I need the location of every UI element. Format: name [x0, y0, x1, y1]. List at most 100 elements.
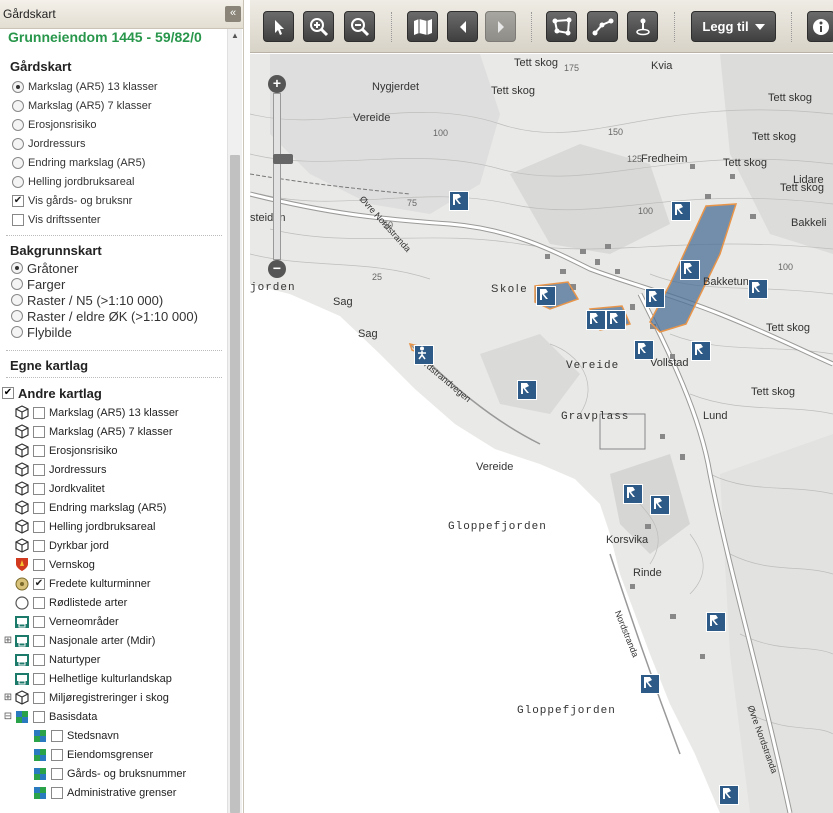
- radio-button[interactable]: [12, 80, 24, 93]
- measure-area-button[interactable]: [546, 11, 577, 42]
- checkbox[interactable]: ✔: [12, 194, 24, 207]
- layer-item[interactable]: Naturtyper: [0, 650, 228, 669]
- bakgrunnskart-option[interactable]: Gråtoner: [0, 260, 228, 276]
- identify-button[interactable]: [627, 11, 658, 42]
- heritage-marker[interactable]: [650, 495, 670, 515]
- layer-checkbox[interactable]: [33, 653, 45, 666]
- zoom-track[interactable]: [273, 93, 293, 260]
- layer-item[interactable]: ⊟ Basisdata: [0, 707, 228, 726]
- heritage-marker[interactable]: [536, 286, 556, 306]
- select-tool-button[interactable]: [263, 11, 294, 42]
- layer-checkbox[interactable]: [51, 748, 63, 761]
- layer-checkbox[interactable]: [51, 729, 63, 742]
- radio-button[interactable]: [12, 99, 24, 112]
- panel-scrollbar[interactable]: ▲: [227, 29, 242, 813]
- radio-button[interactable]: [11, 326, 23, 338]
- radio-button[interactable]: [11, 310, 23, 322]
- layer-item[interactable]: ⊞ Miljøregistreringer i skog: [0, 688, 228, 707]
- radio-button[interactable]: [12, 137, 24, 150]
- layer-checkbox[interactable]: [33, 425, 45, 438]
- layer-item[interactable]: Rødlistede arter: [0, 593, 228, 612]
- back-button[interactable]: [447, 11, 478, 42]
- gardskart-option[interactable]: Markslag (AR5) 7 klasser: [0, 96, 228, 115]
- basisdata-item[interactable]: Administrative grenser: [0, 783, 228, 802]
- layer-item[interactable]: ✔ Fredete kulturminner: [0, 574, 228, 593]
- layer-item[interactable]: ⊞ Nasjonale arter (Mdir): [0, 631, 228, 650]
- gardskart-option[interactable]: Markslag (AR5) 13 klasser: [0, 77, 228, 96]
- bakgrunnskart-option[interactable]: Flybilde: [0, 324, 228, 340]
- radio-button[interactable]: [12, 175, 24, 188]
- map-view[interactable]: Tett skog Kvia Nygjerdet Tett skog Tett …: [250, 54, 833, 813]
- layer-checkbox[interactable]: [33, 710, 45, 723]
- basisdata-item[interactable]: Gårds- og bruksnummer: [0, 764, 228, 783]
- layer-item[interactable]: Vernskog: [0, 555, 228, 574]
- heritage-marker[interactable]: [671, 201, 691, 221]
- layer-item[interactable]: Dyrkbar jord: [0, 536, 228, 555]
- andre-kartlag-header[interactable]: ✔ Andre kartlag: [0, 384, 228, 402]
- zoom-slider[interactable]: + −: [268, 75, 293, 278]
- map-zoom-in-button[interactable]: +: [268, 75, 286, 93]
- heritage-marker[interactable]: [706, 612, 726, 632]
- layer-item[interactable]: Markslag (AR5) 13 klasser: [0, 403, 228, 422]
- heritage-marker[interactable]: [691, 341, 711, 361]
- layer-item[interactable]: Verneområder: [0, 612, 228, 631]
- heritage-marker[interactable]: [623, 484, 643, 504]
- layer-item[interactable]: Jordkvalitet: [0, 479, 228, 498]
- layer-checkbox[interactable]: [33, 672, 45, 685]
- heritage-marker[interactable]: [645, 288, 665, 308]
- layer-checkbox[interactable]: [33, 501, 45, 514]
- expand-icon[interactable]: ⊟: [3, 711, 13, 722]
- layer-item[interactable]: Markslag (AR5) 7 klasser: [0, 422, 228, 441]
- layer-checkbox[interactable]: [33, 463, 45, 476]
- layer-checkbox[interactable]: [51, 767, 63, 780]
- forward-button[interactable]: [485, 11, 516, 42]
- heritage-marker[interactable]: [606, 310, 626, 330]
- layer-checkbox[interactable]: [33, 596, 45, 609]
- layer-checkbox[interactable]: ✔: [33, 577, 45, 590]
- gardskart-option[interactable]: Endring markslag (AR5): [0, 153, 228, 172]
- zoom-handle[interactable]: [273, 154, 293, 164]
- scrollbar-thumb[interactable]: [230, 155, 240, 813]
- bakgrunnskart-option[interactable]: Raster / eldre ØK (>1:10 000): [0, 308, 228, 324]
- expand-icon[interactable]: ⊞: [3, 692, 13, 703]
- layer-checkbox[interactable]: [33, 444, 45, 457]
- heritage-marker[interactable]: [719, 785, 739, 805]
- measure-line-button[interactable]: [587, 11, 618, 42]
- layer-item[interactable]: Jordressurs: [0, 460, 228, 479]
- bakgrunnskart-option[interactable]: Raster / N5 (>1:10 000): [0, 292, 228, 308]
- radio-button[interactable]: [11, 278, 23, 290]
- basisdata-item[interactable]: Eiendomsgrenser: [0, 745, 228, 764]
- layer-checkbox[interactable]: [33, 558, 45, 571]
- gardskart-option[interactable]: Erosjonsrisiko: [0, 115, 228, 134]
- radio-button[interactable]: [11, 294, 23, 306]
- legg-til-dropdown[interactable]: Legg til: [691, 11, 776, 42]
- heritage-marker[interactable]: [680, 260, 700, 280]
- gardskart-option[interactable]: Vis driftssenter: [0, 210, 228, 229]
- layer-checkbox[interactable]: [33, 539, 45, 552]
- layer-checkbox[interactable]: [33, 691, 45, 704]
- gardskart-option[interactable]: Helling jordbruksareal: [0, 172, 228, 191]
- gardskart-option[interactable]: ✔ Vis gårds- og bruksnr: [0, 191, 228, 210]
- radio-button[interactable]: [12, 118, 24, 131]
- heritage-marker[interactable]: [414, 345, 434, 365]
- layer-checkbox[interactable]: [33, 634, 45, 647]
- layer-item[interactable]: Helhetlige kulturlandskap: [0, 669, 228, 688]
- info-button[interactable]: [807, 11, 833, 42]
- andre-kartlag-checkbox[interactable]: ✔: [2, 387, 14, 399]
- zoom-out-button[interactable]: [344, 11, 375, 42]
- radio-button[interactable]: [12, 156, 24, 169]
- layer-checkbox[interactable]: [33, 406, 45, 419]
- layer-checkbox[interactable]: [33, 482, 45, 495]
- heritage-marker[interactable]: [586, 310, 606, 330]
- heritage-marker[interactable]: [748, 279, 768, 299]
- expand-icon[interactable]: ⊞: [3, 635, 13, 646]
- layer-checkbox[interactable]: [33, 615, 45, 628]
- layer-item[interactable]: Endring markslag (AR5): [0, 498, 228, 517]
- bakgrunnskart-option[interactable]: Farger: [0, 276, 228, 292]
- layer-item[interactable]: Helling jordbruksareal: [0, 517, 228, 536]
- zoom-in-button[interactable]: [303, 11, 334, 42]
- heritage-marker[interactable]: [634, 340, 654, 360]
- scroll-up-icon[interactable]: ▲: [228, 29, 242, 43]
- heritage-marker[interactable]: [449, 191, 469, 211]
- full-extent-button[interactable]: [407, 11, 438, 42]
